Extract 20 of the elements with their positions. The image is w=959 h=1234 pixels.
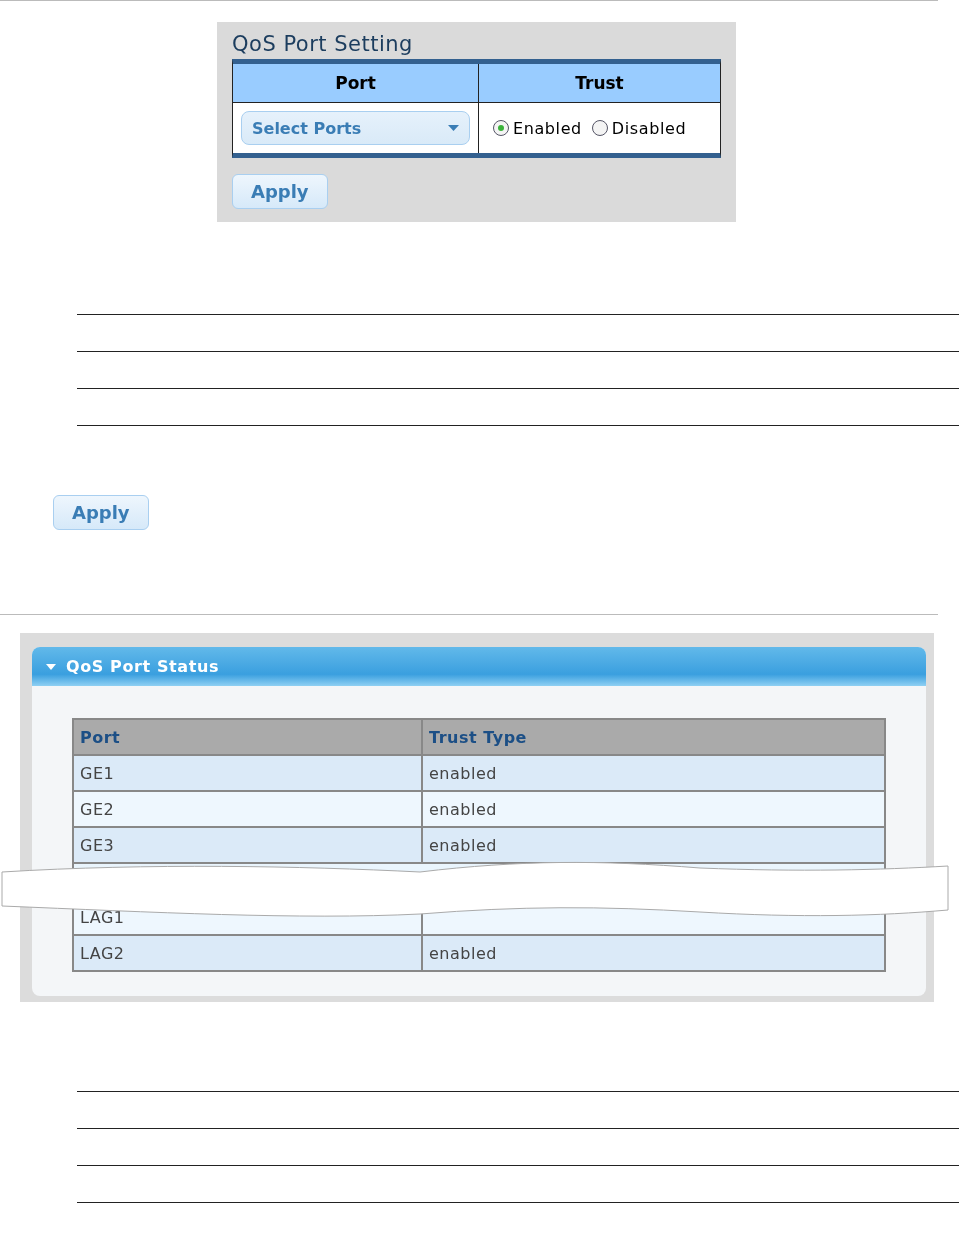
table-cell-text: GE2 bbox=[79, 798, 116, 821]
table-cell: enabled bbox=[421, 936, 884, 970]
table-cell-text: GE1 bbox=[79, 762, 116, 785]
column-header: Port bbox=[233, 64, 478, 103]
apply-button[interactable]: Apply bbox=[232, 174, 328, 209]
panel-header[interactable]: QoS Port Status bbox=[32, 647, 926, 686]
radio-option[interactable]: Enabled bbox=[493, 118, 582, 138]
table-cell-text: LAG2 bbox=[79, 942, 126, 965]
column-header: Trust bbox=[478, 64, 720, 103]
table-cell: enabled bbox=[421, 792, 884, 826]
table-cell-text: LAG1 bbox=[79, 906, 126, 929]
radio-option[interactable]: Disabled bbox=[591, 118, 687, 138]
table-cell: enabled bbox=[421, 756, 884, 790]
caret-icon bbox=[448, 125, 459, 131]
panel-title: QoS Port Setting bbox=[232, 32, 414, 56]
port-select[interactable]: Select Ports bbox=[241, 111, 470, 145]
column-header: Trust Type bbox=[421, 720, 884, 754]
column-header: Port bbox=[79, 726, 122, 749]
table-cell-text: GE3 bbox=[79, 834, 116, 857]
apply-button[interactable]: Apply bbox=[53, 495, 149, 530]
